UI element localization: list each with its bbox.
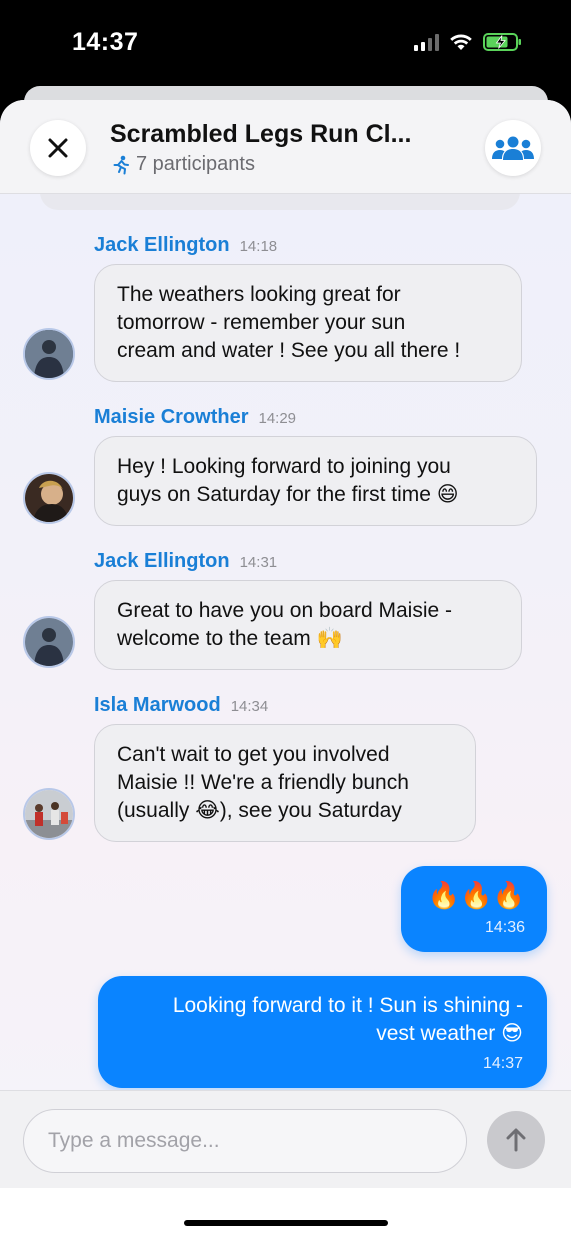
person-silhouette: [25, 474, 73, 522]
person-silhouette: [25, 330, 73, 378]
outgoing-message-bubble[interactable]: Looking forward to it ! Sun is shining -…: [98, 976, 547, 1088]
message-time: 14:18: [239, 238, 278, 255]
wifi-icon: [450, 34, 472, 50]
status-bar: 14:37: [0, 0, 571, 92]
race-photo: [25, 790, 73, 838]
person-silhouette: [25, 618, 73, 666]
participants-info[interactable]: 7 participants: [112, 153, 255, 176]
home-indicator[interactable]: [184, 1220, 388, 1226]
message-time: 14:36: [484, 919, 525, 936]
message-time: 14:31: [239, 554, 278, 571]
message-composer: [0, 1090, 571, 1188]
message-line: cream and water ! See you all there !: [117, 339, 461, 362]
sender-name[interactable]: Jack Ellington: [94, 234, 230, 257]
chat-title: Scrambled Legs Run Cl...: [110, 120, 412, 148]
battery-icon: [483, 33, 521, 51]
close-button[interactable]: [30, 120, 86, 176]
chat-sheet: Scrambled Legs Run Cl... 7 participants …: [0, 100, 571, 1238]
message-meta: Maisie Crowther 14:29: [94, 406, 296, 429]
message-line: tomorrow - remember your sun: [117, 311, 406, 334]
message-input[interactable]: [23, 1109, 467, 1173]
message-line: Maisie !! We're a friendly bunch: [117, 771, 409, 794]
message-meta: Jack Ellington 14:31: [94, 550, 277, 573]
status-time: 14:37: [72, 28, 139, 56]
avatar[interactable]: [23, 616, 75, 668]
message-bubble[interactable]: Hey ! Looking forward to joining you guy…: [94, 436, 537, 526]
message-time: 14:37: [482, 1055, 523, 1072]
message-line: vest weather 😎: [376, 1022, 523, 1045]
sender-name[interactable]: Maisie Crowther: [94, 406, 248, 429]
message-bubble[interactable]: Great to have you on board Maisie - welc…: [94, 580, 522, 670]
sender-name[interactable]: Jack Ellington: [94, 550, 230, 573]
message-text: 🔥🔥🔥: [427, 880, 525, 910]
home-area: [0, 1188, 571, 1238]
group-icon: [492, 136, 534, 160]
signal-icon: [414, 33, 439, 51]
participants-count: 7 participants: [136, 153, 255, 175]
message-time: 14:29: [258, 410, 297, 427]
message-line: Hey ! Looking forward to joining you: [117, 455, 451, 478]
outgoing-message-bubble[interactable]: 🔥🔥🔥 14:36: [401, 866, 547, 952]
message-time: 14:34: [230, 698, 269, 715]
message-bubble[interactable]: Can't wait to get you involved Maisie !!…: [94, 724, 476, 842]
message-line: guys on Saturday for the first time 😄: [117, 483, 459, 506]
send-arrow-icon: [506, 1128, 526, 1152]
send-button[interactable]: [487, 1111, 545, 1169]
runner-icon: [113, 155, 129, 174]
message-bubble[interactable]: The weathers looking great for tomorrow …: [94, 264, 522, 382]
avatar[interactable]: [23, 328, 75, 380]
status-icons: [414, 32, 523, 52]
chat-header: Scrambled Legs Run Cl... 7 participants: [0, 100, 571, 194]
close-icon: [48, 138, 68, 158]
message-line: (usually 😂), see you Saturday: [117, 799, 402, 822]
message-meta: Jack Ellington 14:18: [94, 234, 277, 257]
message-meta: Isla Marwood 14:34: [94, 694, 268, 717]
avatar[interactable]: [23, 472, 75, 524]
message-line: The weathers looking great for: [117, 283, 401, 306]
message-line: Looking forward to it ! Sun is shining -: [172, 994, 523, 1017]
message-line: welcome to the team 🙌: [117, 627, 343, 650]
avatar[interactable]: [23, 788, 75, 840]
message-line: Can't wait to get you involved: [117, 743, 390, 766]
message-line: Great to have you on board Maisie -: [117, 599, 453, 622]
group-members-button[interactable]: [485, 120, 541, 176]
sender-name[interactable]: Isla Marwood: [94, 694, 221, 717]
